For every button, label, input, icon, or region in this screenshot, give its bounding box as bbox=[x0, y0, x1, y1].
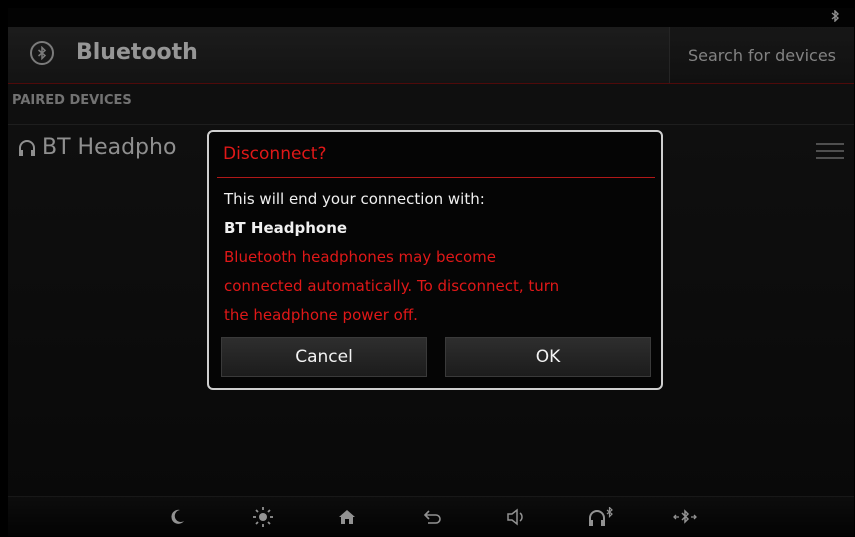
dialog-warning-line-3: the headphone power off. bbox=[224, 306, 418, 324]
ok-button[interactable]: OK bbox=[445, 337, 651, 377]
dialog-divider bbox=[217, 177, 655, 178]
dialog-warning-line-1: Bluetooth headphones may become bbox=[224, 248, 497, 266]
dialog-device-name: BT Headphone bbox=[224, 219, 348, 237]
dialog-message: This will end your connection with: bbox=[224, 190, 485, 208]
cancel-button[interactable]: Cancel bbox=[221, 337, 427, 377]
dialog-title: Disconnect? bbox=[223, 144, 327, 164]
disconnect-dialog: Disconnect? This will end your connectio… bbox=[207, 130, 663, 390]
dialog-warning-line-2: connected automatically. To disconnect, … bbox=[224, 277, 560, 295]
screen: Bluetooth Search for devices PAIRED DEVI… bbox=[8, 8, 854, 536]
